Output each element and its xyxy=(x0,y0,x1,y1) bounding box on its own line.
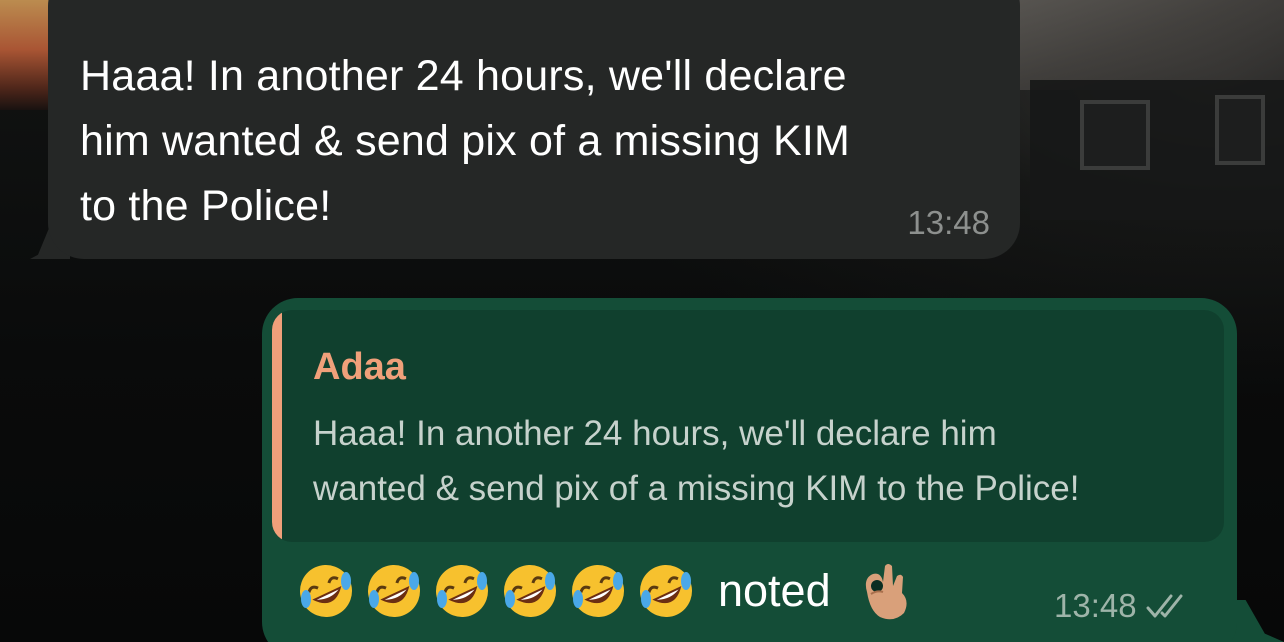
outgoing-message-time: 13:48 xyxy=(1054,587,1137,624)
wallpaper-window xyxy=(1215,95,1265,165)
rolling-on-floor-laughing-icon xyxy=(436,565,488,617)
outgoing-message-text: noted xyxy=(718,565,831,616)
rolling-on-floor-laughing-icon xyxy=(640,565,692,617)
quoted-reply-sender: Adaa xyxy=(313,346,406,388)
rolling-on-floor-laughing-icon xyxy=(572,565,624,617)
incoming-message-text: Haaa! In another 24 hours, we'll declare… xyxy=(80,52,850,230)
incoming-message-time: 13:48 xyxy=(907,204,990,241)
wallpaper-roof xyxy=(1010,0,1284,90)
chat-screen: Haaa! In another 24 hours, we'll declare… xyxy=(0,0,1284,642)
ok-hand-icon xyxy=(865,564,907,620)
outgoing-message-meta: 13:48 xyxy=(1054,587,1193,625)
quoted-reply-text: Haaa! In another 24 hours, we'll declare… xyxy=(313,414,1080,508)
outgoing-message-content: noted xyxy=(296,556,911,626)
rolling-on-floor-laughing-icon xyxy=(368,565,420,617)
rolling-on-floor-laughing-icon xyxy=(300,565,352,617)
quoted-reply[interactable]: Adaa Haaa! In another 24 hours, we'll de… xyxy=(272,310,1224,542)
double-check-icon xyxy=(1146,594,1183,618)
quoted-reply-bar xyxy=(272,310,282,542)
rolling-on-floor-laughing-icon xyxy=(504,565,556,617)
wallpaper-window xyxy=(1080,100,1150,170)
